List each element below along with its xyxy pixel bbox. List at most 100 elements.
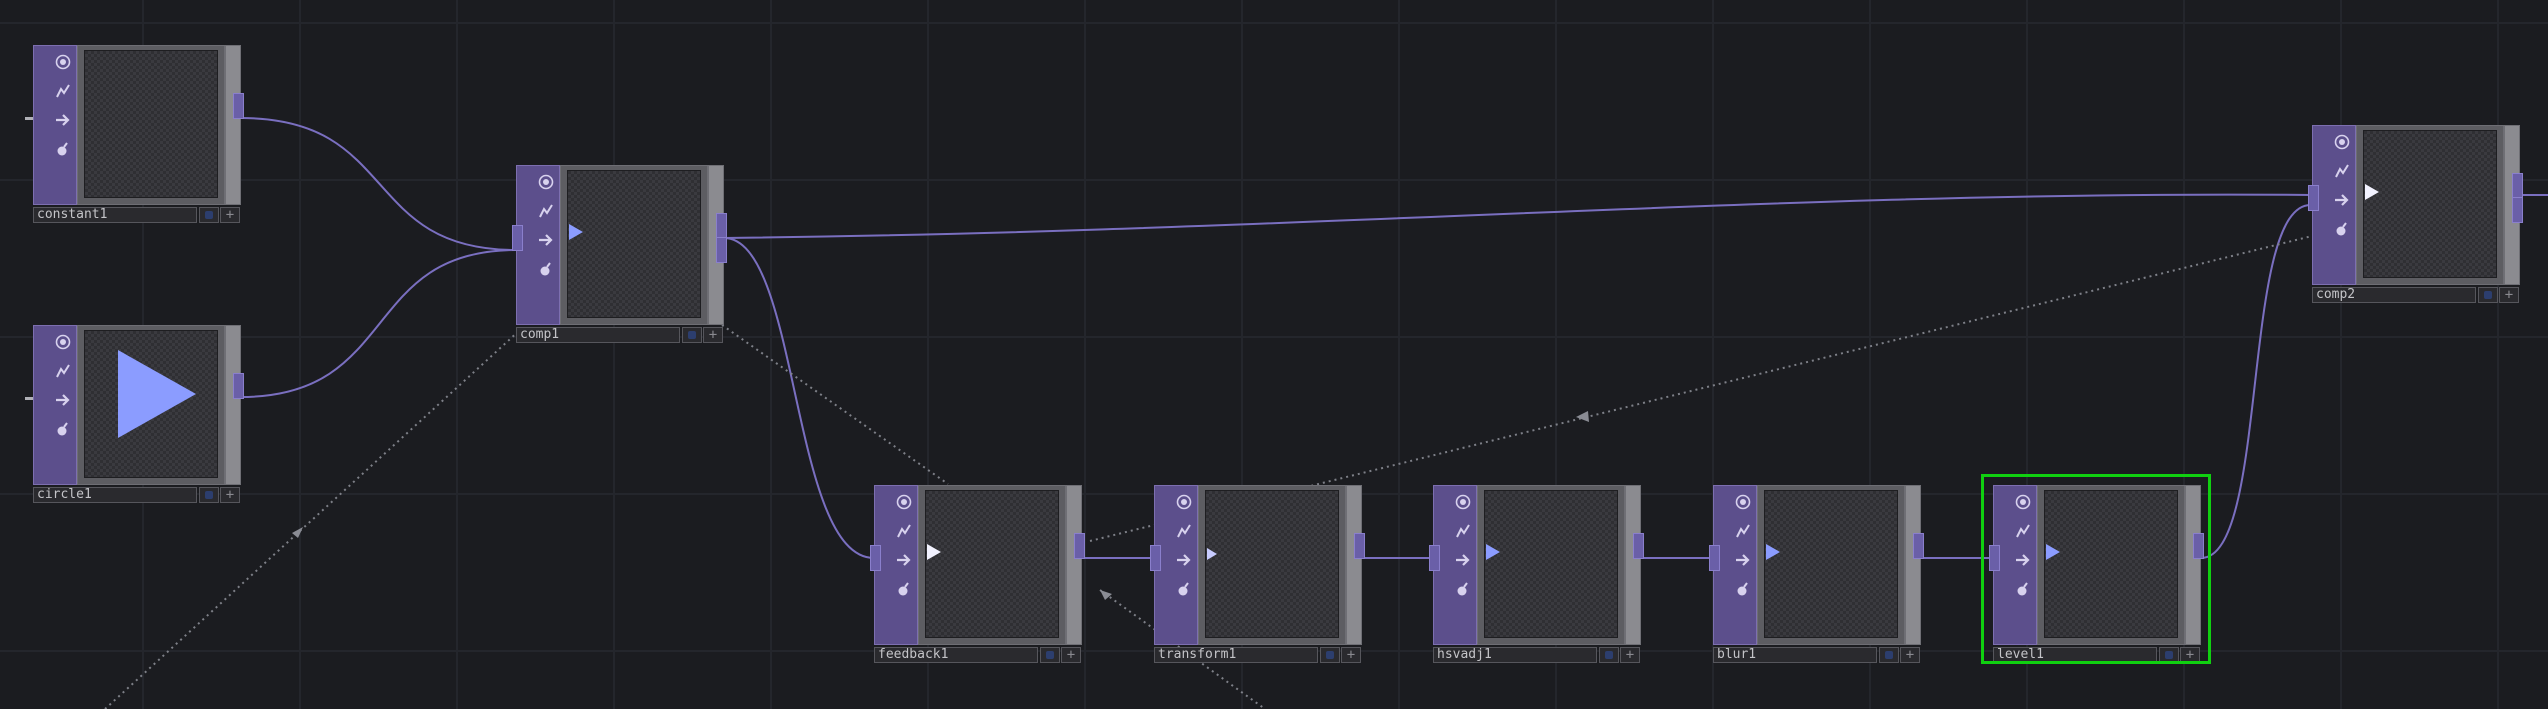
operator-viewer[interactable] xyxy=(560,165,708,325)
wire-level1-comp2 xyxy=(2200,203,2313,559)
cooking-icon[interactable] xyxy=(50,48,76,76)
bypass-icon[interactable] xyxy=(533,197,559,225)
cooking-icon[interactable] xyxy=(1171,488,1197,516)
node-constant1[interactable]: constant1 + xyxy=(25,45,244,223)
ref-wire-2 xyxy=(721,324,949,485)
output-connector[interactable] xyxy=(1913,533,1924,559)
add-icon[interactable]: + xyxy=(1061,647,1081,663)
display-icon[interactable] xyxy=(1450,546,1476,574)
output-connector[interactable] xyxy=(233,93,244,119)
output-connector[interactable] xyxy=(1633,533,1644,559)
operator-viewer[interactable] xyxy=(77,45,225,205)
node-feedback1[interactable]: feedback1 + xyxy=(870,485,1085,663)
viewer-active-icon[interactable] xyxy=(1040,647,1060,663)
input-stub xyxy=(25,117,33,120)
bypass-icon[interactable] xyxy=(50,77,76,105)
bypass-icon[interactable] xyxy=(1450,517,1476,545)
add-icon[interactable]: + xyxy=(703,327,723,343)
operator-name[interactable]: comp1 xyxy=(516,327,680,343)
cooking-icon[interactable] xyxy=(50,328,76,356)
cooking-icon[interactable] xyxy=(891,488,917,516)
display-icon[interactable] xyxy=(533,226,559,254)
operator-output-strip xyxy=(1905,485,1921,645)
operator-toggle-bar xyxy=(33,325,77,485)
cooking-icon[interactable] xyxy=(2329,128,2355,156)
operator-name[interactable]: feedback1 xyxy=(874,647,1038,663)
operator-viewer[interactable] xyxy=(918,485,1066,645)
add-icon[interactable]: + xyxy=(220,487,240,503)
play-marker-icon xyxy=(569,224,583,240)
lock-icon[interactable] xyxy=(1171,575,1197,603)
operator-name[interactable]: transform1 xyxy=(1154,647,1318,663)
bypass-icon[interactable] xyxy=(891,517,917,545)
operator-output-strip xyxy=(225,325,241,485)
display-icon[interactable] xyxy=(2329,186,2355,214)
bypass-icon[interactable] xyxy=(50,357,76,385)
input-connector[interactable] xyxy=(512,225,523,251)
node-hsvadj1[interactable]: hsvadj1 + xyxy=(1429,485,1644,663)
cooking-icon[interactable] xyxy=(533,168,559,196)
output-connector[interactable] xyxy=(716,213,727,239)
ref-arrow-3 xyxy=(1576,411,1589,422)
operator-name[interactable]: circle1 xyxy=(33,487,197,503)
output-connector[interactable] xyxy=(2512,173,2523,199)
output-connector-2[interactable] xyxy=(716,237,727,263)
output-connector-2[interactable] xyxy=(2512,197,2523,223)
add-icon[interactable]: + xyxy=(1900,647,1920,663)
node-transform1[interactable]: transform1 + xyxy=(1150,485,1365,663)
cooking-icon[interactable] xyxy=(1450,488,1476,516)
operator-name[interactable]: blur1 xyxy=(1713,647,1877,663)
play-marker-icon xyxy=(927,544,941,560)
viewer-active-icon[interactable] xyxy=(199,487,219,503)
lock-icon[interactable] xyxy=(50,135,76,163)
output-connector[interactable] xyxy=(1074,533,1085,559)
viewer-active-icon[interactable] xyxy=(1599,647,1619,663)
operator-name[interactable]: constant1 xyxy=(33,207,197,223)
add-icon[interactable]: + xyxy=(1620,647,1640,663)
display-icon[interactable] xyxy=(1730,546,1756,574)
lock-icon[interactable] xyxy=(533,255,559,283)
operator-viewer[interactable] xyxy=(77,325,225,485)
add-icon[interactable]: + xyxy=(2499,287,2519,303)
display-icon[interactable] xyxy=(1171,546,1197,574)
add-icon[interactable]: + xyxy=(1341,647,1361,663)
display-icon[interactable] xyxy=(50,106,76,134)
input-connector[interactable] xyxy=(2308,185,2319,211)
lock-icon[interactable] xyxy=(1730,575,1756,603)
bypass-icon[interactable] xyxy=(1171,517,1197,545)
node-circle1[interactable]: circle1 + xyxy=(25,325,244,503)
viewer-active-icon[interactable] xyxy=(1879,647,1899,663)
operator-viewer[interactable] xyxy=(2356,125,2504,285)
node-comp2[interactable]: comp2 + xyxy=(2308,125,2523,303)
bypass-icon[interactable] xyxy=(2329,157,2355,185)
play-marker-icon xyxy=(118,350,196,438)
input-stub xyxy=(25,397,33,400)
input-connector[interactable] xyxy=(1150,545,1161,571)
node-blur1[interactable]: blur1 + xyxy=(1709,485,1924,663)
input-connector[interactable] xyxy=(1429,545,1440,571)
operator-viewer[interactable] xyxy=(1477,485,1625,645)
viewer-active-icon[interactable] xyxy=(2478,287,2498,303)
display-icon[interactable] xyxy=(891,546,917,574)
add-icon[interactable]: + xyxy=(220,207,240,223)
input-connector[interactable] xyxy=(1709,545,1720,571)
lock-icon[interactable] xyxy=(891,575,917,603)
operator-viewer[interactable] xyxy=(1757,485,1905,645)
display-icon[interactable] xyxy=(50,386,76,414)
play-marker-icon xyxy=(1486,544,1500,560)
operator-name[interactable]: hsvadj1 xyxy=(1433,647,1597,663)
viewer-active-icon[interactable] xyxy=(1320,647,1340,663)
lock-icon[interactable] xyxy=(2329,215,2355,243)
output-connector[interactable] xyxy=(233,373,244,399)
operator-name[interactable]: comp2 xyxy=(2312,287,2476,303)
viewer-active-icon[interactable] xyxy=(199,207,219,223)
viewer-active-icon[interactable] xyxy=(682,327,702,343)
operator-viewer[interactable] xyxy=(1198,485,1346,645)
output-connector[interactable] xyxy=(1354,533,1365,559)
lock-icon[interactable] xyxy=(1450,575,1476,603)
node-comp1[interactable]: comp1 + xyxy=(512,165,727,343)
lock-icon[interactable] xyxy=(50,415,76,443)
cooking-icon[interactable] xyxy=(1730,488,1756,516)
input-connector[interactable] xyxy=(870,545,881,571)
bypass-icon[interactable] xyxy=(1730,517,1756,545)
